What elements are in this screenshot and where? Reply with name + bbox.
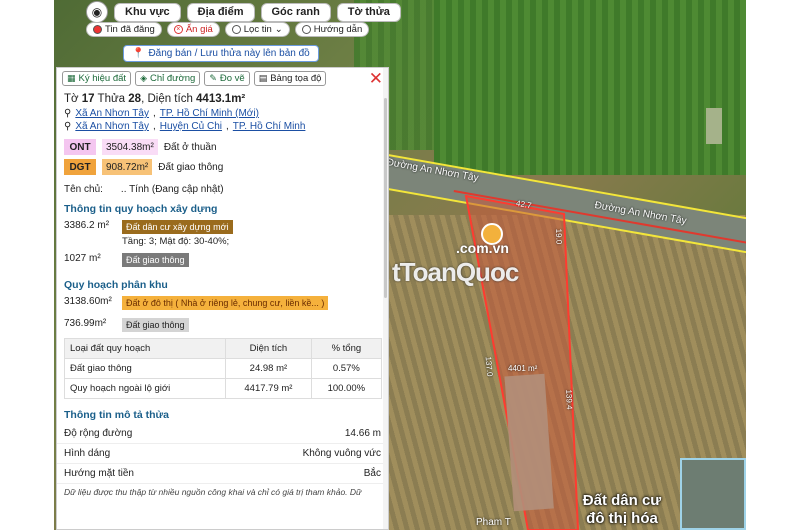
section-title: Thông tin mô tả thửa [64,409,170,421]
filter-icon [231,25,241,34]
address-old: ⚲ Xã An Nhơn Tây, Huyện Củ Chi, TP. Hồ C… [64,121,306,132]
watermark-domain: .com.vn [456,240,509,256]
land-type-row: DGT 908.72m² Đất giao thông [57,157,388,177]
plan-badge: Đất dân cư xây dựng mới [122,220,233,234]
plan-row: 1027 m² Đất giao thông [57,249,388,269]
address-link[interactable]: Xã An Nhơn Tây [75,108,149,119]
watermark-text: tToanQuoc [392,257,519,287]
parcel-title: Tờ 17 Thửa 28, Diện tích 4413.1m² [64,93,246,105]
zone-badge: Đất ở đô thị ( Nhà ở riêng lẻ, chung cư,… [122,296,329,310]
table-row: Đất giao thông 24.98 m² 0.57% [63,358,383,379]
sheet-parcel-button[interactable]: Tờ thửa [336,2,401,22]
locate-icon[interactable]: ◉ [86,1,108,23]
zone-area: 3138.60m² [64,296,112,307]
building-block [706,108,722,144]
table-icon: ▤ [258,73,268,83]
plan-detail: Tầng: 3; Mật độ: 30-40%; [122,236,230,247]
land-code-badge: DGT [64,159,96,175]
section-title: Quy hoạch phân khu [64,279,168,291]
panel-scrollbar[interactable] [383,68,388,529]
zone-row: 3138.60m² Đất ở đô thị ( Nhà ở riêng lẻ,… [57,294,388,312]
owner-value: .. Tính (Đang cập nhật) [120,184,224,195]
road-label: Pham T [476,517,511,528]
direction-icon: ◈ [140,73,147,83]
tab-coordinates[interactable]: ▤ Bảng tọa độ [253,71,327,86]
building-block [680,458,746,530]
panel-tabs: ▦ Ký hiệu đất ◈ Chỉ đường ✎ Đo vẽ ▤ Bảng tọa… [57,68,388,89]
map-pin-icon: 📍 [132,48,145,59]
land-type-row: ONT 3504.38m² Đất ở thuần [57,137,388,157]
owner-label: Tên chủ: [64,184,103,195]
measure-icon: ✎ [209,73,217,83]
desc-row: Độ rộng đường 14.66 m [57,424,388,444]
guide-button[interactable]: Hướng dẫn [294,22,370,37]
table-header: Loại đất quy hoạch [63,338,227,359]
zone-badge: Đất giao thông [122,318,189,332]
posted-filter[interactable]: Tin đã đăng [86,22,162,37]
disclaimer-note: Dữ liệu được thu thập từ nhiều nguồn côn… [64,487,362,497]
parcel-info-panel[interactable]: ▦ Ký hiệu đất ◈ Chỉ đường ✎ Đo vẽ ▤ Bảng tọa… [56,67,389,530]
corner-button[interactable]: Góc ranh [260,2,331,22]
dimension-label: 19.0 [554,228,564,245]
address-link[interactable]: Xã An Nhơn Tây [75,121,149,132]
plan-table: Loại đất quy hoạch Diện tích % tổng Đất … [63,338,383,399]
address-link[interactable]: TP. Hồ Chí Minh (Mới) [160,108,259,119]
hide-price-filter[interactable]: × Ẩn giá [166,22,220,37]
zone-label: Đất dân cư đô thị hóa [582,492,662,527]
table-header: % tổng [310,338,383,359]
plan-row: 3386.2 m² Đất dân cư xây dựng mới Tầng: … [57,218,388,249]
parcel-area-label: 4401 m² [508,364,538,373]
map-toolbar: ◉ Khu vực Địa điểm Góc ranh Tờ thửa [86,1,401,23]
zone-row: 736.99m² Đất giao thông [57,312,388,334]
close-circle-icon: × [173,25,183,34]
land-code-badge: ONT [64,139,96,155]
address-link[interactable]: Huyện Củ Chi [160,121,222,132]
table-row: Quy hoạch ngoài lộ giới 4417.79 m² 100.0… [63,378,383,399]
tab-directions[interactable]: ◈ Chỉ đường [135,71,201,86]
owner-row: Tên chủ: .. Tính (Đang cập nhật) [57,177,388,197]
land-area: 908.72m² [102,159,153,175]
land-desc: Đất ở thuần [163,141,217,153]
zone-area: 736.99m² [64,318,107,329]
plan-area: 1027 m² [64,253,101,264]
tab-measure[interactable]: ✎ Đo vẽ [204,71,250,86]
legend-icon: ▦ [67,73,76,83]
desc-row: Hướng mặt tiền Bắc [57,464,388,484]
area-button[interactable]: Khu vực [114,2,181,22]
toggle-icon [93,25,102,34]
guide-icon [301,25,311,34]
map-pin-icon: ⚲ [64,121,72,132]
plan-area: 3386.2 m² [64,220,110,231]
tab-land-symbols[interactable]: ▦ Ký hiệu đất [62,71,132,86]
place-button[interactable]: Địa điểm [186,2,255,22]
filter-bar: Tin đã đăng × Ẩn giá Lọc tin ⌄ Hướng dẫn [86,22,370,37]
desc-row: Hình dáng Không vuông vức [57,444,388,464]
section-title: Thông tin quy hoạch xây dựng [64,203,218,215]
post-listing-button[interactable]: 📍 Đăng bán / Lưu thửa này lên bản đồ [123,45,319,62]
map-pin-icon: ⚲ [64,108,72,119]
dimension-label: 139.4 [564,389,574,410]
land-desc: Đất giao thông [158,161,224,173]
address-new: ⚲ Xã An Nhơn Tây, TP. Hồ Chí Minh (Mới) [64,108,259,119]
land-area: 3504.38m² [102,139,158,155]
address-link[interactable]: TP. Hồ Chí Minh [233,121,306,132]
filter-posts-dropdown[interactable]: Lọc tin ⌄ [224,22,290,37]
table-header: Diện tích [225,338,312,359]
close-icon[interactable]: ✕ [369,70,383,87]
plan-badge: Đất giao thông [122,253,189,267]
chevron-down-icon: ⌄ [274,24,283,35]
dimension-label: 137.0 [483,356,495,377]
